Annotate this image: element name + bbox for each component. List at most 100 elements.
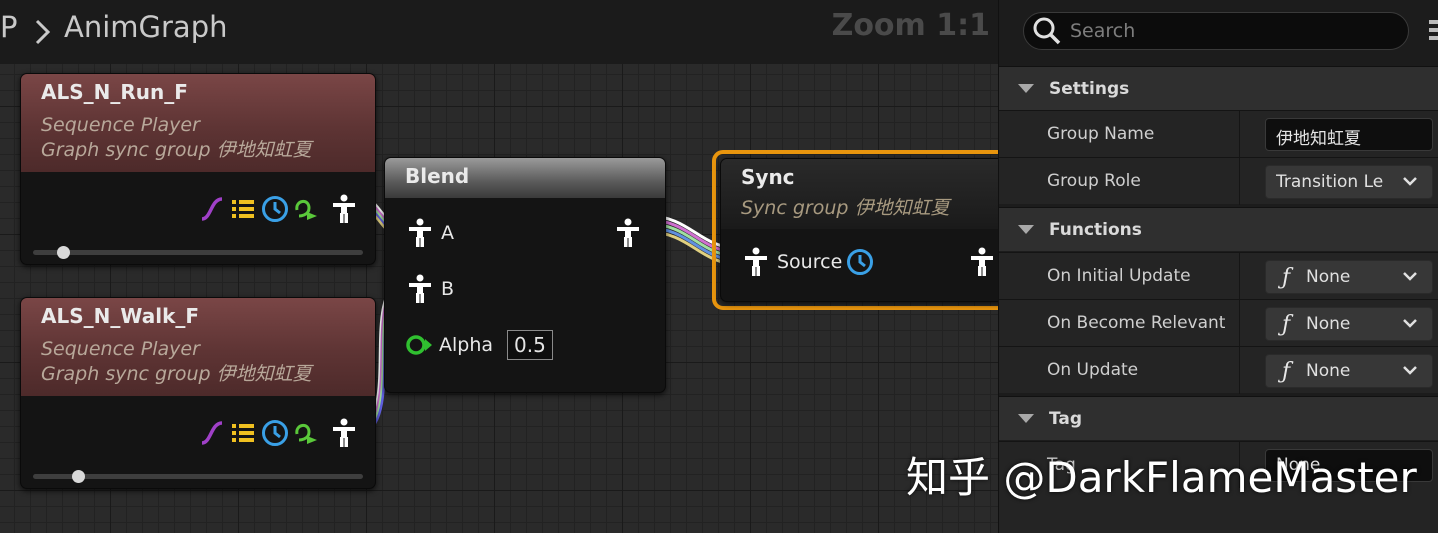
menu-icon[interactable] [1429, 18, 1438, 42]
node-sync-group: Graph sync group 伊地知虹夏 [41, 363, 312, 385]
chevron-down-icon [1403, 177, 1417, 186]
node-walk-sequence-player[interactable]: ALS_N_Walk_F Sequence Player Graph sync … [20, 297, 376, 489]
group-name-field[interactable]: 伊地知虹夏 [1265, 118, 1433, 151]
node-title: ALS_N_Walk_F [41, 304, 200, 328]
category-functions[interactable]: Functions [999, 207, 1438, 251]
prop-on-become-relevant: On Become Relevant ƒ None [999, 299, 1438, 347]
pin-label: Alpha [439, 334, 494, 356]
on-become-relevant-dropdown[interactable]: ƒ None [1265, 307, 1433, 341]
node-sync[interactable]: Sync Sync group 伊地知虹夏 Source [720, 158, 998, 302]
list-icon [232, 424, 254, 442]
chevron-right-icon [35, 19, 51, 45]
prop-label: On Become Relevant [1047, 313, 1226, 333]
pose-pin-icon[interactable] [331, 418, 357, 448]
caret-down-icon [1018, 414, 1034, 423]
node-icon-row [199, 194, 357, 224]
divider [1239, 300, 1240, 347]
blend-output-pin[interactable] [615, 218, 641, 248]
prop-label: On Update [1047, 360, 1139, 380]
node-sync-group: Graph sync group 伊地知虹夏 [41, 139, 312, 161]
category-label: Functions [1049, 219, 1142, 240]
caret-down-icon [1018, 84, 1034, 93]
pose-pin-icon[interactable] [969, 247, 995, 277]
clock-icon [262, 420, 288, 446]
blend-pin-a[interactable]: A [407, 218, 454, 248]
prop-group-name: Group Name 伊地知虹夏 [999, 110, 1438, 158]
blend-pin-b[interactable]: B [407, 274, 454, 304]
breadcrumb-parent[interactable]: P [0, 10, 18, 44]
category-label: Tag [1049, 408, 1083, 429]
node-subtitle: Sync group 伊地知虹夏 [741, 197, 950, 219]
float-pin-icon[interactable] [405, 333, 433, 357]
node-header: Blend [385, 158, 665, 198]
anim-graph-editor: ALS_N_Run_F Sequence Player Graph sync g… [0, 0, 1438, 533]
category-label: Settings [1049, 78, 1130, 99]
prop-on-update: On Update ƒ None [999, 346, 1438, 394]
watermark: 知乎 @DarkFlameMaster [906, 453, 1417, 502]
node-header: ALS_N_Walk_F Sequence Player Graph sync … [21, 298, 375, 396]
alpha-value-input[interactable]: 0.5 [507, 330, 553, 360]
on-update-dropdown[interactable]: ƒ None [1265, 354, 1433, 388]
category-tag[interactable]: Tag [999, 396, 1438, 440]
pose-pin-icon[interactable] [407, 274, 433, 304]
node-title: Sync [741, 165, 795, 189]
node-icon-row [199, 418, 357, 448]
prop-label: Group Role [1047, 171, 1141, 191]
function-icon: ƒ [1282, 358, 1291, 384]
node-run-sequence-player[interactable]: ALS_N_Run_F Sequence Player Graph sync g… [20, 73, 376, 265]
pin-label: B [441, 278, 455, 300]
loop-arrow-icon [295, 424, 317, 444]
category-settings[interactable]: Settings [999, 66, 1438, 110]
chevron-down-icon [1403, 366, 1417, 375]
pose-pin-icon[interactable] [407, 218, 433, 248]
search-icon [1033, 17, 1061, 45]
divider [1239, 347, 1240, 394]
prop-label: Group Name [1047, 124, 1155, 144]
zoom-level: Zoom 1:1 [831, 8, 990, 43]
divider [1239, 111, 1240, 158]
node-blend[interactable]: Blend A B Alpha 0.5 [384, 157, 666, 393]
node-subtitle: Sequence Player [41, 338, 200, 360]
breadcrumb-current: AnimGraph [64, 10, 228, 44]
node-title: ALS_N_Run_F [41, 80, 188, 104]
node-header: Sync Sync group 伊地知虹夏 [721, 159, 998, 229]
prop-label: On Initial Update [1047, 266, 1191, 286]
dropdown-value: None [1306, 361, 1351, 381]
loop-arrow-icon [295, 200, 317, 220]
clock-icon [847, 249, 874, 275]
blend-pin-alpha[interactable]: Alpha 0.5 [405, 330, 553, 360]
playback-slider-knob[interactable] [57, 246, 70, 259]
playback-slider-knob[interactable] [72, 470, 85, 483]
on-initial-update-dropdown[interactable]: ƒ None [1265, 260, 1433, 294]
search-placeholder: Search [1070, 20, 1136, 42]
playback-slider[interactable] [33, 250, 363, 255]
divider [1239, 158, 1240, 205]
group-role-dropdown[interactable]: Transition Le [1265, 165, 1433, 199]
node-header: ALS_N_Run_F Sequence Player Graph sync g… [21, 74, 375, 172]
pose-pin-icon[interactable] [331, 194, 357, 224]
sync-output-pin[interactable] [969, 247, 995, 277]
sync-pin-source[interactable]: Source [743, 247, 874, 277]
prop-on-initial-update: On Initial Update ƒ None [999, 252, 1438, 300]
pose-pin-icon[interactable] [615, 218, 641, 248]
pose-pin-icon[interactable] [743, 247, 769, 277]
caret-down-icon [1018, 225, 1034, 234]
prop-group-role: Group Role Transition Le [999, 157, 1438, 205]
chevron-down-icon [1403, 272, 1417, 281]
dropdown-value: None [1306, 267, 1351, 287]
divider [1239, 253, 1240, 300]
clock-icon [262, 196, 288, 222]
function-icon: ƒ [1282, 311, 1291, 337]
graph-canvas[interactable]: ALS_N_Run_F Sequence Player Graph sync g… [0, 0, 998, 533]
pin-label: Source [777, 251, 843, 273]
function-icon: ƒ [1282, 264, 1291, 290]
node-subtitle: Sequence Player [41, 114, 200, 136]
chevron-down-icon [1403, 319, 1417, 328]
dropdown-value: Transition Le [1276, 172, 1384, 192]
node-title: Blend [405, 164, 470, 188]
dropdown-value: None [1306, 314, 1351, 334]
pin-label: A [441, 222, 454, 244]
breadcrumb: P AnimGraph Zoom 1:1 [0, 0, 998, 64]
search-input[interactable]: Search [1023, 12, 1409, 50]
list-icon [232, 200, 254, 218]
